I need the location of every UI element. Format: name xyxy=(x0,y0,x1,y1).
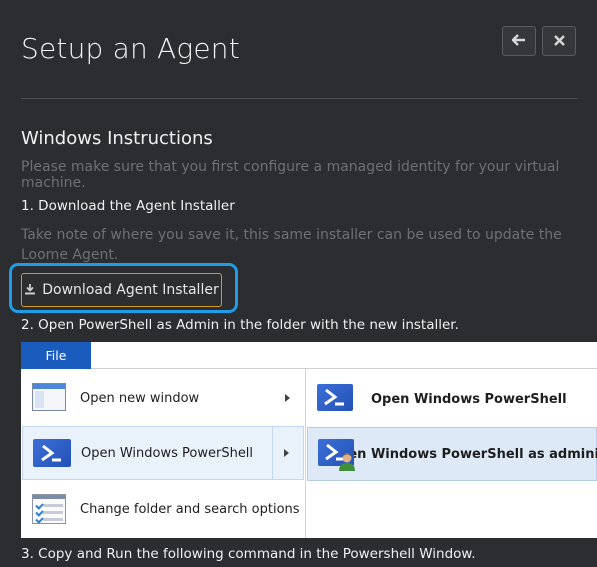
close-button[interactable] xyxy=(542,26,576,56)
submenu-arrow-icon xyxy=(284,449,289,457)
close-icon xyxy=(553,32,565,50)
powershell-icon xyxy=(315,382,359,416)
submenu-open-powershell-admin[interactable]: Open Windows PowerShell as admini xyxy=(307,427,597,481)
download-installer-button[interactable]: Download Agent Installer xyxy=(21,273,222,307)
arrow-left-icon xyxy=(511,32,526,50)
file-menu-left: Open new window Open Windows PowerShell xyxy=(21,369,306,538)
submenu-open-powershell[interactable]: Open Windows PowerShell xyxy=(307,372,597,426)
menu-item-open-powershell[interactable]: Open Windows PowerShell xyxy=(22,426,304,480)
download-button-label: Download Agent Installer xyxy=(42,282,219,298)
download-icon xyxy=(24,283,36,298)
page-title: Setup an Agent xyxy=(21,32,240,65)
header-divider xyxy=(21,98,578,99)
menu-item-label: Open new window xyxy=(80,390,200,406)
explorer-file-menu-screenshot: File Open new window Open Windows PowerS… xyxy=(21,342,597,538)
step-1-note: Take note of where you save it, this sam… xyxy=(21,227,562,263)
new-window-icon xyxy=(30,382,76,414)
step-1-label: 1. Download the Agent Installer xyxy=(21,198,235,214)
intro-text: Please make sure that you first configur… xyxy=(21,159,560,191)
folder-options-icon xyxy=(30,493,76,525)
back-button[interactable] xyxy=(502,26,536,56)
step-2-label: 2. Open PowerShell as Admin in the folde… xyxy=(21,317,459,333)
submenu-label: Open Windows PowerShell as admini xyxy=(328,446,597,462)
step-3-label: 3. Copy and Run the following command in… xyxy=(21,546,476,562)
menu-item-label: Open Windows PowerShell xyxy=(81,445,254,461)
powershell-icon xyxy=(31,437,77,469)
admin-user-icon xyxy=(338,452,356,472)
section-title: Windows Instructions xyxy=(21,128,213,149)
menu-item-folder-options[interactable]: Change folder and search options xyxy=(22,482,304,536)
menu-item-open-new-window[interactable]: Open new window xyxy=(22,371,304,425)
powershell-submenu: Open Windows PowerShell Open Windows Pow… xyxy=(307,369,597,538)
menu-item-label: Change folder and search options xyxy=(80,501,300,517)
file-tab[interactable]: File xyxy=(21,342,91,369)
submenu-label: Open Windows PowerShell xyxy=(371,391,567,407)
submenu-arrow-icon xyxy=(285,394,290,402)
